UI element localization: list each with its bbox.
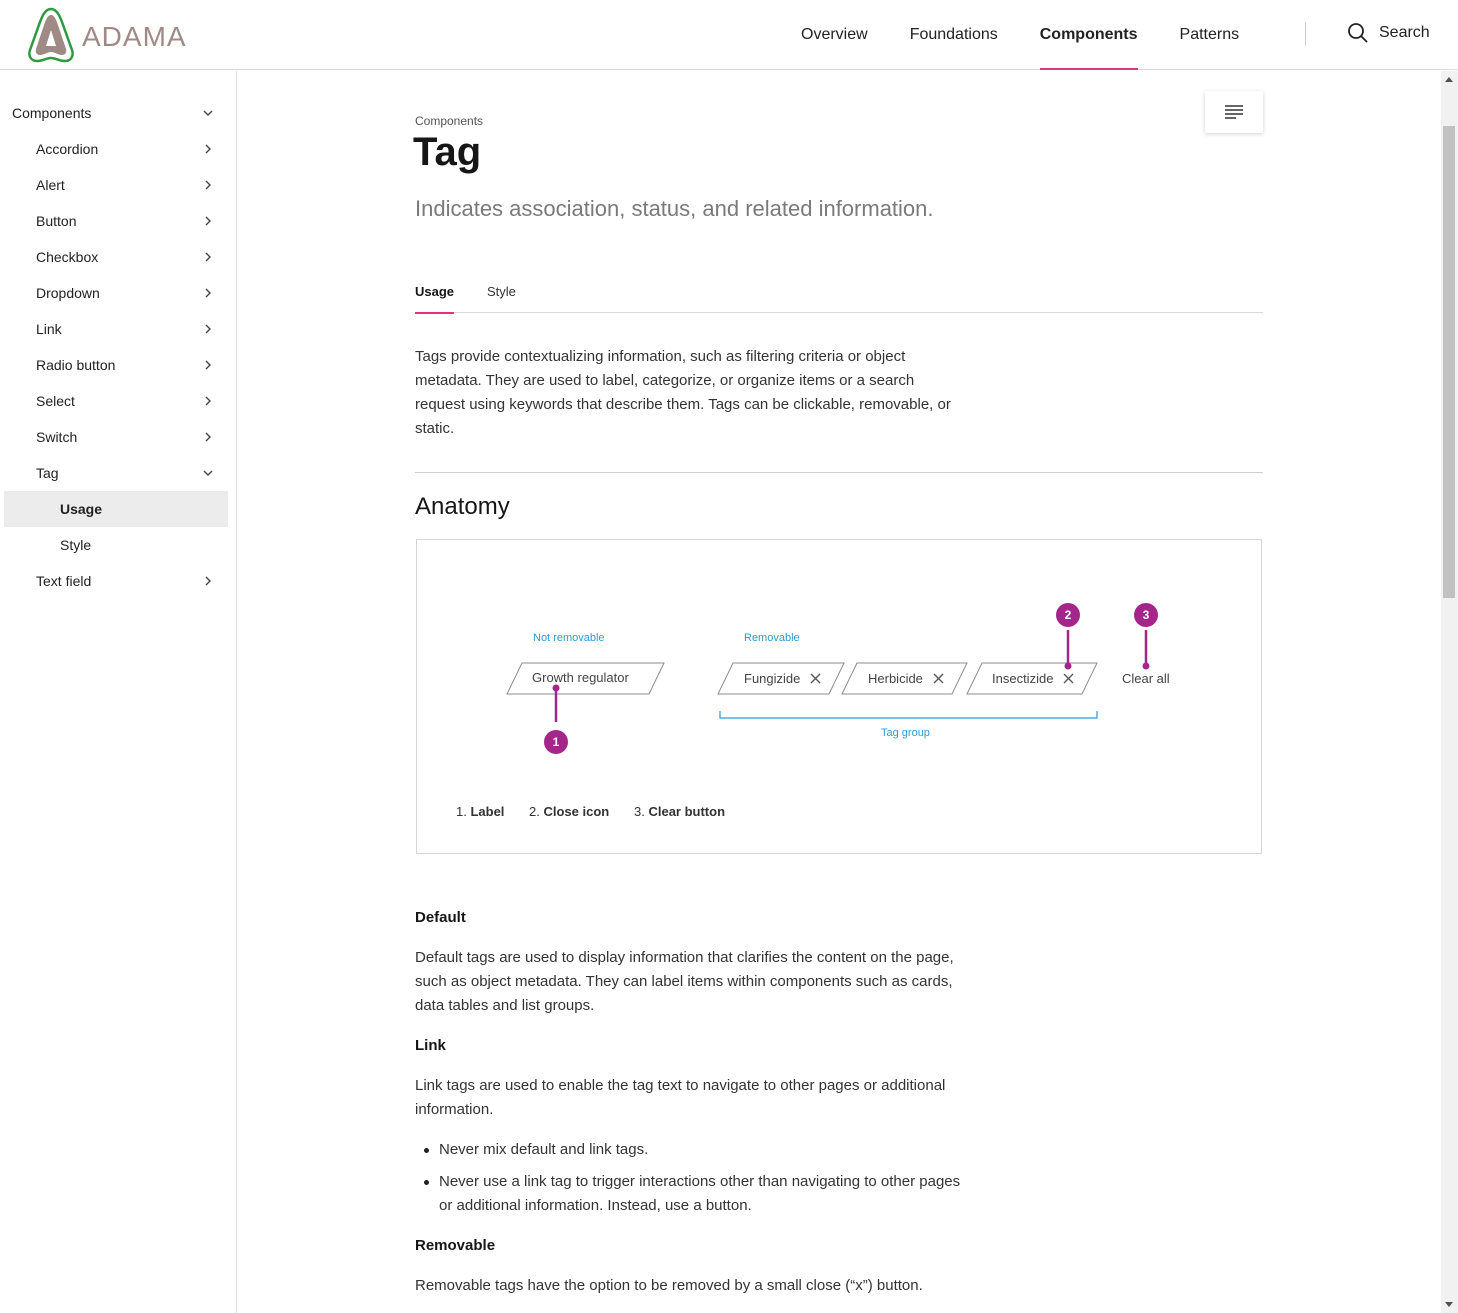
- adama-logo-icon: [28, 7, 74, 63]
- sidebar-item-label: Dropdown: [36, 285, 100, 301]
- sidebar-item-label: Style: [60, 537, 92, 553]
- legend-label: Clear button: [648, 804, 726, 819]
- sidebar-item-label: Link: [36, 321, 62, 337]
- legend-item: 1. Label: [456, 804, 504, 819]
- section-divider: [415, 472, 1263, 473]
- chevron-right-icon: [205, 576, 211, 586]
- chevron-right-icon: [205, 252, 211, 262]
- clear-all-button: Clear all: [1122, 671, 1170, 686]
- sidebar-item-radio-button[interactable]: Radio button: [4, 347, 228, 383]
- nav-foundations[interactable]: Foundations: [910, 0, 998, 70]
- sidebar-item-tag[interactable]: Tag: [4, 455, 228, 491]
- chevron-right-icon: [205, 396, 211, 406]
- adama-logo[interactable]: ADAMA: [26, 6, 187, 64]
- intro-paragraph: Tags provide contextualizing information…: [415, 348, 951, 437]
- sidebar-item-label: Usage: [60, 501, 103, 517]
- page-subtitle: Indicates association, status, and relat…: [415, 196, 934, 221]
- legend-item: 2. Close icon: [529, 804, 609, 819]
- sidebar-item-text-field[interactable]: Text field: [4, 563, 228, 599]
- search-label: Search: [1379, 24, 1430, 41]
- removable-paragraph: Removable tags have the option to be rem…: [415, 1277, 923, 1294]
- chevron-down-icon: [203, 110, 213, 116]
- tab-usage[interactable]: Usage: [415, 270, 455, 314]
- sidebar-item-style[interactable]: Style: [4, 527, 228, 563]
- legend-number: 3.: [634, 804, 645, 819]
- scroll-up-icon[interactable]: [1445, 77, 1453, 82]
- main-nav: Overview Foundations Components Patterns: [780, 0, 1260, 70]
- scrollbar-thumb[interactable]: [1443, 126, 1455, 598]
- breadcrumb[interactable]: Components: [415, 114, 483, 128]
- legend-label: Label: [470, 804, 505, 819]
- sidebar-item-label: Components: [12, 105, 92, 121]
- chevron-right-icon: [205, 180, 211, 190]
- sidebar-item-components[interactable]: Components: [4, 95, 228, 131]
- legend-label: Close icon: [543, 804, 610, 819]
- nav-overview[interactable]: Overview: [801, 0, 868, 70]
- sidebar-item-checkbox[interactable]: Checkbox: [4, 239, 228, 275]
- sidebar-item-link[interactable]: Link: [4, 311, 228, 347]
- sidebar-item-accordion[interactable]: Accordion: [4, 131, 228, 167]
- not-removable-label: Not removable: [533, 632, 605, 644]
- top-header: ADAMA Overview Foundations Components Pa…: [0, 0, 1458, 70]
- sidebar-item-alert[interactable]: Alert: [4, 167, 228, 203]
- legend-number: 1.: [456, 804, 467, 819]
- link-heading: Link: [415, 1037, 446, 1054]
- chevron-right-icon: [205, 288, 211, 298]
- nav-patterns[interactable]: Patterns: [1180, 0, 1240, 70]
- sidebar-item-button[interactable]: Button: [4, 203, 228, 239]
- sidebar-item-select[interactable]: Select: [4, 383, 228, 419]
- legend-item: 3. Clear button: [634, 804, 725, 819]
- tag-removable: Insectizide: [992, 671, 1054, 686]
- sidebar-nav: Components Accordion Alert Button Checkb…: [0, 71, 237, 1313]
- link-paragraph: Link tags are used to enable the tag tex…: [415, 1077, 946, 1118]
- sidebar-item-label: Accordion: [36, 141, 99, 157]
- default-paragraph: Default tags are used to display informa…: [415, 949, 954, 1014]
- sidebar-item-switch[interactable]: Switch: [4, 419, 228, 455]
- sidebar-item-label: Switch: [36, 429, 78, 445]
- list-item: Never use a link tag to trigger interact…: [424, 1170, 969, 1218]
- tag-group-label: Tag group: [881, 727, 930, 739]
- chevron-right-icon: [205, 360, 211, 370]
- table-of-contents-button[interactable]: [1205, 91, 1263, 133]
- search-button[interactable]: Search: [1347, 22, 1430, 44]
- scroll-down-icon[interactable]: [1445, 1302, 1453, 1307]
- scrollbar[interactable]: [1441, 71, 1458, 1313]
- anatomy-heading: Anatomy: [415, 493, 510, 520]
- default-heading: Default: [415, 909, 466, 926]
- marker-1: 1: [544, 730, 568, 754]
- tab-style[interactable]: Style: [487, 270, 516, 313]
- removable-heading: Removable: [415, 1237, 496, 1254]
- list-item: Never mix default and link tags.: [424, 1138, 969, 1162]
- sidebar-item-label: Radio button: [36, 357, 116, 373]
- chevron-right-icon: [205, 324, 211, 334]
- tag-removable: Fungizide: [744, 671, 801, 686]
- sidebar-item-label: Select: [36, 393, 75, 409]
- sidebar-item-label: Alert: [36, 177, 65, 193]
- list-icon: [1225, 105, 1243, 119]
- tag-removable: Herbicide: [868, 671, 923, 686]
- chevron-right-icon: [205, 144, 211, 154]
- sidebar-item-label: Text field: [36, 573, 92, 589]
- chevron-down-icon: [203, 470, 213, 476]
- sidebar-item-label: Checkbox: [36, 249, 99, 265]
- removable-label: Removable: [744, 632, 800, 644]
- brand-name: ADAMA: [82, 21, 187, 52]
- page-title: Tag: [413, 130, 482, 174]
- nav-divider: [1305, 22, 1306, 46]
- chevron-right-icon: [205, 216, 211, 226]
- sidebar-item-usage[interactable]: Usage: [4, 491, 228, 527]
- content-tabs: Usage Style: [415, 270, 1263, 314]
- sidebar-item-label: Tag: [36, 465, 59, 481]
- legend-number: 2.: [529, 804, 540, 819]
- search-icon: [1348, 23, 1368, 43]
- tag-static: Growth regulator: [532, 670, 629, 685]
- sidebar-item-label: Button: [36, 213, 77, 229]
- anatomy-diagram: Not removable Removable Growth regulator…: [416, 539, 1262, 854]
- sidebar-item-dropdown[interactable]: Dropdown: [4, 275, 228, 311]
- marker-3: 3: [1134, 603, 1158, 627]
- nav-components[interactable]: Components: [1039, 0, 1138, 70]
- marker-2: 2: [1056, 603, 1080, 627]
- chevron-right-icon: [205, 432, 211, 442]
